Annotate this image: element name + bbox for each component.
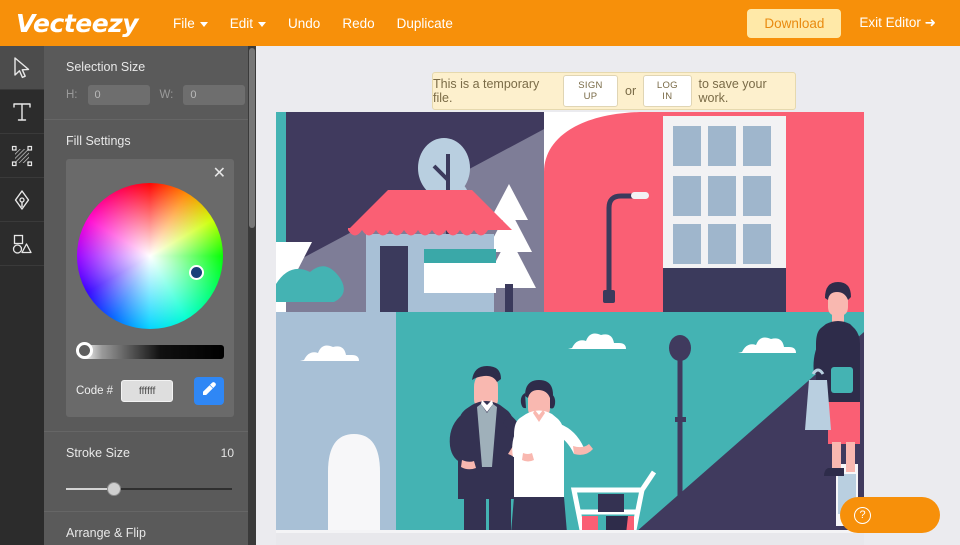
color-code-input[interactable]: [121, 380, 173, 402]
stroke-size-section: Stroke Size 10: [44, 432, 256, 512]
color-wheel[interactable]: [77, 183, 223, 329]
vecteezy-logo[interactable]: Vecteezy: [16, 9, 138, 38]
panel-scrollbar-thumb[interactable]: [249, 48, 255, 228]
stroke-size-value: 10: [221, 446, 234, 460]
width-label: W:: [160, 89, 174, 101]
sign-up-button[interactable]: SIGN UP: [563, 75, 618, 107]
arrange-flip-title: Arrange & Flip: [66, 526, 234, 540]
selection-size-section: Selection Size H: W:: [44, 46, 256, 120]
city-shopping-illustration[interactable]: [276, 112, 864, 545]
pen-nib-icon: [12, 189, 32, 211]
notice-or-label: or: [625, 84, 636, 98]
menu-edit[interactable]: Edit: [219, 10, 277, 37]
hatched-square-icon: [11, 145, 33, 167]
height-input[interactable]: [88, 85, 150, 105]
artwork-canvas[interactable]: [276, 112, 864, 545]
panel-scrollbar[interactable]: [248, 46, 256, 545]
brightness-slider[interactable]: [76, 343, 224, 361]
pen-tool[interactable]: [0, 178, 44, 222]
stroke-size-header: Stroke Size 10: [66, 446, 234, 471]
menu-duplicate[interactable]: Duplicate: [386, 10, 464, 37]
fill-settings-section: Fill Settings ✕ Code #: [44, 120, 256, 432]
color-wheel-handle[interactable]: [189, 265, 204, 280]
stroke-size-title: Stroke Size: [66, 446, 130, 460]
menu-file-label: File: [173, 16, 195, 31]
close-x-icon[interactable]: ✕: [213, 165, 226, 181]
help-button[interactable]: ?: [840, 497, 940, 533]
notice-text-before: This is a temporary file.: [433, 77, 556, 105]
panel-scroll-content: Selection Size H: W: Fill Settings ✕: [44, 46, 256, 545]
height-label: H:: [66, 89, 78, 101]
exit-editor-button[interactable]: Exit Editor ➜: [849, 8, 946, 38]
color-wheel-gradient[interactable]: [77, 183, 223, 329]
menu-file[interactable]: File: [162, 10, 219, 37]
download-button[interactable]: Download: [747, 9, 841, 38]
temporary-file-notice: This is a temporary file. SIGN UP or LOG…: [432, 72, 796, 110]
canvas-area[interactable]: This is a temporary file. SIGN UP or LOG…: [256, 46, 960, 545]
cursor-arrow-icon: [12, 57, 32, 79]
stroke-slider-handle[interactable]: [107, 482, 121, 496]
selection-size-title: Selection Size: [66, 60, 234, 74]
properties-panel: Selection Size H: W: Fill Settings ✕: [44, 46, 256, 545]
color-picker: ✕ Code #: [66, 159, 234, 417]
fill-settings-title: Fill Settings: [66, 134, 234, 148]
selection-size-inputs: H: W:: [66, 85, 234, 105]
brightness-track[interactable]: [82, 345, 224, 359]
menu-edit-label: Edit: [230, 16, 253, 31]
eyedropper-button[interactable]: [194, 377, 224, 405]
question-circle-icon: ?: [854, 507, 871, 524]
chevron-down-icon: [200, 22, 208, 27]
color-code-label: Code #: [76, 385, 113, 397]
log-in-button[interactable]: LOG IN: [643, 75, 691, 107]
width-input[interactable]: [183, 85, 245, 105]
menu-redo[interactable]: Redo: [331, 10, 385, 37]
text-tool[interactable]: [0, 90, 44, 134]
vecteezy-editor: Vecteezy File Edit Undo Redo Duplicate D…: [0, 0, 960, 545]
left-toolbar: [0, 46, 44, 545]
chevron-down-icon: [258, 22, 266, 27]
transform-tool[interactable]: [0, 134, 44, 178]
header-actions: Download Exit Editor ➜: [747, 8, 946, 38]
notice-text-after: to save your work.: [699, 77, 795, 105]
app-header: Vecteezy File Edit Undo Redo Duplicate D…: [0, 0, 960, 46]
stroke-size-slider[interactable]: [66, 481, 234, 497]
shape-tool[interactable]: [0, 222, 44, 266]
color-code-row: Code #: [76, 377, 224, 405]
text-t-icon: [12, 101, 32, 123]
brightness-handle[interactable]: [76, 342, 93, 359]
shapes-icon: [11, 233, 33, 255]
menu-undo[interactable]: Undo: [277, 10, 331, 37]
main-menu: File Edit Undo Redo Duplicate: [162, 10, 464, 37]
select-tool[interactable]: [0, 46, 44, 90]
eyedropper-icon: [201, 381, 217, 402]
arrange-flip-section: Arrange & Flip: [44, 512, 256, 545]
